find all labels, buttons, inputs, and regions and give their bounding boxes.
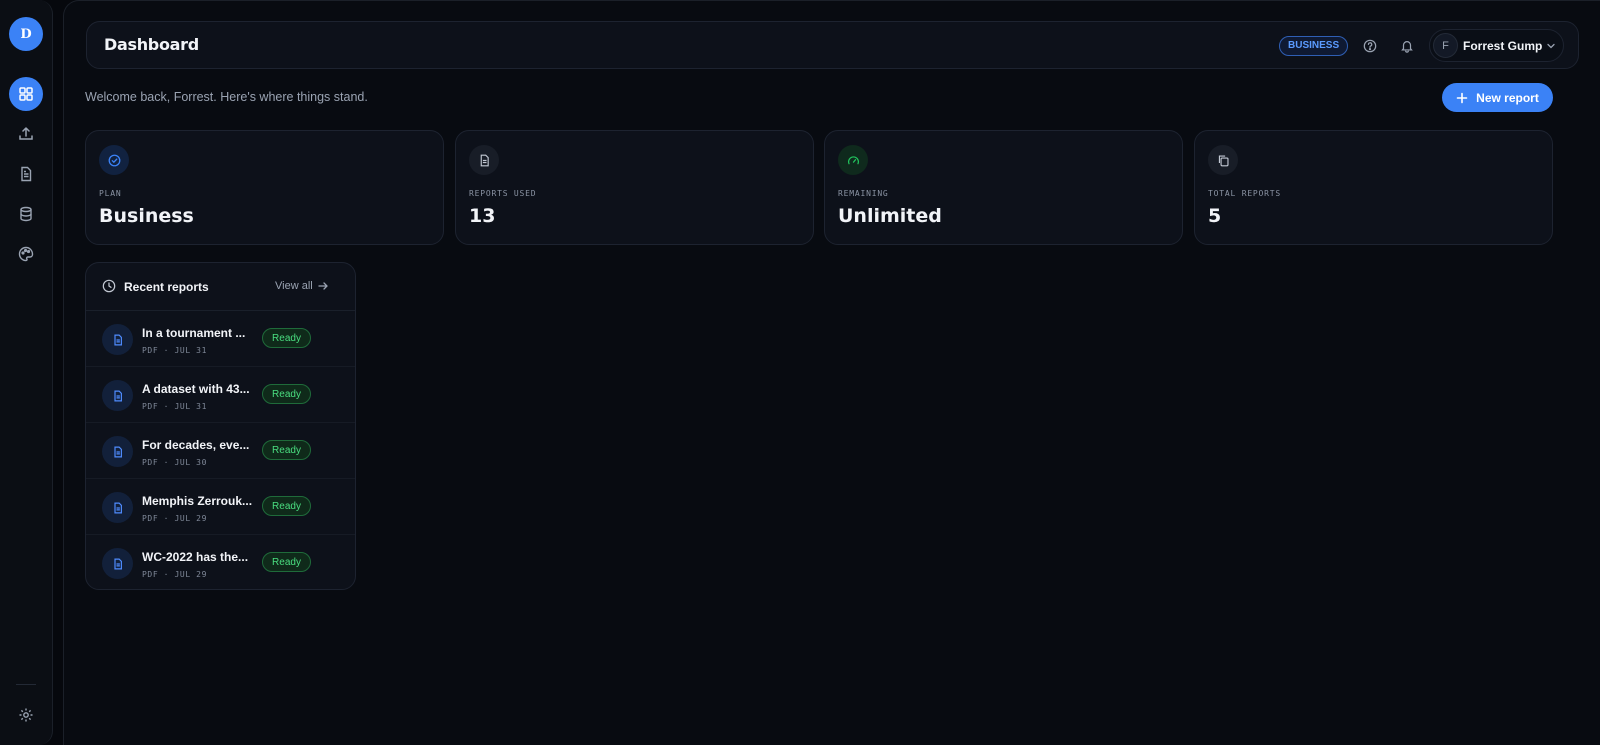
report-icon-wrapper: [102, 436, 133, 467]
main-panel: Dashboard BUSINESS F Forrest Gump Welcom…: [63, 0, 1600, 745]
report-meta: PDF · JUL 31: [142, 346, 207, 355]
report-date: JUL 29: [174, 570, 207, 579]
status-badge: Ready: [262, 496, 311, 516]
nav-themes[interactable]: [9, 237, 43, 271]
grid-icon: [19, 87, 33, 101]
nav-settings[interactable]: [9, 698, 43, 732]
user-name: Forrest Gump: [1463, 39, 1543, 53]
stat-icon-wrapper: [99, 145, 129, 175]
stat-label: TOTAL REPORTS: [1208, 189, 1282, 198]
report-title: WC-2022 has the...: [142, 550, 249, 564]
stat-label: REPORTS USED: [469, 189, 537, 198]
document-icon: [113, 446, 122, 457]
report-meta: PDF · JUL 31: [142, 402, 207, 411]
bell-icon: [1401, 41, 1413, 53]
report-type: PDF: [142, 402, 159, 411]
report-date: JUL 30: [174, 458, 207, 467]
list-item[interactable]: In a tournament ... PDF · JUL 31 Ready: [86, 311, 355, 367]
status-badge: Ready: [262, 328, 311, 348]
report-title: For decades, eve...: [142, 438, 250, 452]
document-icon: [113, 502, 122, 513]
status-badge: Ready: [262, 384, 311, 404]
brand-logo[interactable]: D: [9, 17, 43, 51]
sidebar: D: [0, 0, 53, 745]
stat-value: 13: [469, 205, 496, 227]
welcome-message: Welcome back, Forrest. Here's where thin…: [85, 90, 368, 104]
report-type: PDF: [142, 570, 159, 579]
document-icon: [21, 166, 32, 182]
upload-icon: [19, 126, 33, 140]
help-button[interactable]: [1361, 37, 1379, 55]
report-title: In a tournament ...: [142, 326, 246, 340]
report-date: JUL 31: [174, 402, 207, 411]
list-item[interactable]: For decades, eve... PDF · JUL 30 Ready: [86, 423, 355, 479]
stat-card-reports-used: REPORTS USED 13: [455, 130, 814, 245]
stat-value: Unlimited: [838, 205, 942, 227]
list-item[interactable]: WC-2022 has the... PDF · JUL 29 Ready: [86, 535, 355, 589]
notifications-button[interactable]: [1398, 37, 1416, 55]
avatar: F: [1433, 33, 1458, 58]
check-circle-icon: [108, 154, 120, 166]
stat-label: PLAN: [99, 189, 122, 198]
plus-icon: [1456, 92, 1468, 103]
report-icon-wrapper: [102, 324, 133, 355]
user-menu[interactable]: F Forrest Gump: [1429, 29, 1564, 62]
nav-data[interactable]: [9, 197, 43, 231]
report-type: PDF: [142, 346, 159, 355]
report-icon-wrapper: [102, 548, 133, 579]
stat-value: Business: [99, 205, 194, 227]
report-type: PDF: [142, 458, 159, 467]
view-all-link[interactable]: View all: [275, 280, 328, 292]
report-date: JUL 31: [174, 346, 207, 355]
report-meta: PDF · JUL 30: [142, 458, 207, 467]
sidebar-divider: [16, 684, 36, 685]
list-item[interactable]: A dataset with 43... PDF · JUL 31 Ready: [86, 367, 355, 423]
report-meta: PDF · JUL 29: [142, 570, 207, 579]
stat-icon-wrapper: [1208, 145, 1238, 175]
nav-dashboard[interactable]: [9, 77, 43, 111]
report-meta: PDF · JUL 29: [142, 514, 207, 523]
report-icon-wrapper: [102, 380, 133, 411]
page-title: Dashboard: [104, 35, 199, 54]
stat-value: 5: [1208, 205, 1222, 227]
stat-label: REMAINING: [838, 189, 889, 198]
document-icon: [113, 334, 122, 345]
stat-card-total-reports: TOTAL REPORTS 5: [1194, 130, 1553, 245]
report-title: Memphis Zerrouk...: [142, 494, 253, 508]
stat-card-plan: PLAN Business: [85, 130, 444, 245]
new-report-button[interactable]: New report: [1442, 83, 1553, 112]
recent-reports-header: Recent reports View all: [86, 263, 355, 311]
report-title: A dataset with 43...: [142, 382, 250, 396]
palette-icon: [18, 246, 34, 262]
document-icon: [113, 558, 122, 569]
report-type: PDF: [142, 514, 159, 523]
clock-icon: [102, 279, 116, 293]
arrow-right-icon: [318, 282, 328, 290]
top-bar: Dashboard BUSINESS F Forrest Gump: [86, 21, 1579, 69]
help-icon: [1363, 39, 1377, 53]
stat-icon-wrapper: [469, 145, 499, 175]
gauge-icon: [847, 155, 859, 164]
recent-reports-panel: Recent reports View all In a tournament …: [85, 262, 356, 590]
status-badge: Ready: [262, 440, 311, 460]
stat-card-remaining: REMAINING Unlimited: [824, 130, 1183, 245]
list-item[interactable]: Memphis Zerrouk... PDF · JUL 29 Ready: [86, 479, 355, 535]
copy-icon: [1218, 154, 1229, 166]
nav-reports[interactable]: [9, 157, 43, 191]
nav-upload[interactable]: [9, 117, 43, 151]
plan-badge: BUSINESS: [1279, 36, 1349, 56]
report-icon-wrapper: [102, 492, 133, 523]
document-icon: [480, 154, 489, 166]
new-report-label: New report: [1476, 90, 1539, 105]
document-icon: [113, 390, 122, 401]
database-icon: [20, 206, 32, 222]
stat-icon-wrapper: [838, 145, 868, 175]
report-date: JUL 29: [174, 514, 207, 523]
recent-reports-title: Recent reports: [124, 280, 209, 294]
view-all-label: View all: [275, 280, 313, 292]
status-badge: Ready: [262, 552, 311, 572]
gear-icon: [19, 708, 33, 722]
chevron-down-icon: [1547, 43, 1555, 49]
